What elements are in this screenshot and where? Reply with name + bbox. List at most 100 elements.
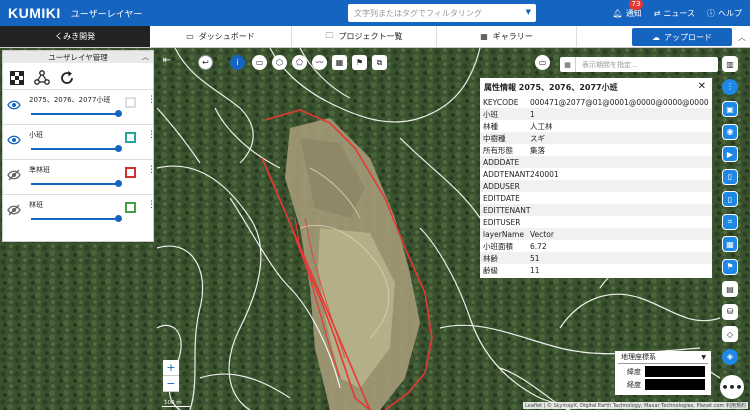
attribute-panel: 属性情報 2075、2076、2077小班 ✕ KEYCODE 000471@20… bbox=[480, 78, 712, 278]
layer-row: 林班 ⋮ bbox=[3, 194, 156, 229]
attribute-key: 中樹種 bbox=[483, 133, 506, 143]
zoom-in-button[interactable]: + bbox=[163, 360, 179, 376]
polygon-tool-button[interactable]: ⬠ bbox=[292, 55, 307, 70]
layer-color-swatch[interactable] bbox=[125, 202, 136, 213]
tab-project-list[interactable]: 🗀 プロジェクト一覧 bbox=[292, 26, 437, 47]
flag-tool-button[interactable]: ⚑ bbox=[352, 55, 367, 70]
layer-name: 小班 bbox=[29, 131, 43, 139]
attribute-key: ADDTENANT bbox=[483, 169, 530, 179]
layers-button[interactable]: ◈ bbox=[722, 348, 738, 365]
flag-button[interactable]: ⚑ bbox=[722, 258, 738, 275]
tab-label: ギャラリー bbox=[492, 32, 533, 41]
more-vertical-icon[interactable]: ⋮ bbox=[147, 130, 156, 140]
cube-icon: ◇ bbox=[726, 329, 734, 339]
checkerboard-button[interactable] bbox=[9, 70, 25, 86]
coordinate-system-select[interactable]: 地理座標系 ▼ bbox=[618, 351, 708, 364]
more-menu-button[interactable]: ••• bbox=[720, 375, 744, 399]
folder-icon: 🗀 bbox=[325, 30, 334, 40]
scan-button[interactable]: ⌗ bbox=[722, 213, 738, 230]
copy-tool-button[interactable]: ⧉ bbox=[372, 55, 387, 70]
zoom-out-button[interactable]: − bbox=[163, 376, 179, 392]
panel-collapse-button[interactable]: ⇤ bbox=[160, 53, 174, 67]
period-picker[interactable]: ▦ 表示期間を指定... bbox=[560, 57, 718, 72]
tab-dashboard[interactable]: ▭ ダッシュボード bbox=[150, 26, 292, 47]
news-button[interactable]: ⇄ ニュース bbox=[654, 8, 695, 19]
opacity-slider[interactable] bbox=[31, 218, 119, 220]
info-tool-button[interactable]: i bbox=[230, 55, 245, 70]
grid-tool-button[interactable]: ▦ bbox=[332, 55, 347, 70]
video-button[interactable]: ▶ bbox=[722, 146, 738, 162]
layer-name: 2075、2076、2077小班 bbox=[29, 96, 111, 104]
notification-badge: 73 bbox=[628, 0, 644, 10]
refresh-button[interactable] bbox=[59, 70, 75, 86]
attribute-row: ADDTENANT 240001 bbox=[480, 168, 712, 180]
search-input[interactable]: 文字列またはタグでフィルタリング ▼ bbox=[348, 4, 536, 22]
chart-button[interactable]: ▤ bbox=[722, 281, 738, 297]
layer-panel-header[interactable]: ユーザレイヤ管理 ︿ bbox=[3, 51, 153, 63]
refresh-icon bbox=[61, 71, 73, 84]
image-button[interactable]: ▣ bbox=[722, 101, 738, 117]
mobile-button[interactable]: ▯ bbox=[722, 168, 738, 185]
image-icon: ▣ bbox=[726, 104, 734, 114]
opacity-slider[interactable] bbox=[31, 148, 119, 150]
opacity-slider-handle[interactable] bbox=[115, 180, 122, 187]
share-button[interactable] bbox=[34, 70, 50, 86]
minus-icon: − bbox=[166, 377, 176, 390]
more-vertical-icon[interactable]: ⋮ bbox=[147, 165, 156, 175]
eye-off-icon[interactable] bbox=[7, 169, 21, 181]
chevron-down-icon[interactable]: ▼ bbox=[526, 8, 531, 16]
undo-button[interactable]: ↩ bbox=[198, 55, 213, 70]
help-button[interactable]: ⓘ ヘルプ bbox=[707, 8, 742, 19]
opacity-slider-handle[interactable] bbox=[115, 110, 122, 117]
map-attribution[interactable]: Leaflet | © SkymapX, Digital Earth Techn… bbox=[523, 402, 748, 409]
attribute-value: 人工林 bbox=[530, 121, 553, 131]
tiles-button[interactable]: ▦ bbox=[722, 236, 738, 252]
opacity-slider-handle[interactable] bbox=[115, 215, 122, 222]
collapse-icon[interactable]: ︿ bbox=[738, 32, 746, 43]
attribute-row: 小班面積 6.72 bbox=[480, 240, 712, 252]
stack-button[interactable]: ⛁ bbox=[722, 303, 738, 320]
more-vertical-button[interactable]: ⋮ bbox=[722, 78, 738, 95]
more-vertical-icon[interactable]: ⋮ bbox=[147, 200, 156, 210]
project-name[interactable]: くみき開発 bbox=[0, 26, 150, 47]
screen-tool-button[interactable]: ▭ bbox=[535, 55, 550, 70]
app-logo[interactable]: KUMIKI bbox=[8, 5, 61, 21]
collapse-left-icon: ⇤ bbox=[162, 54, 172, 66]
eye-icon[interactable] bbox=[7, 99, 21, 111]
tab-label: プロジェクト一覧 bbox=[338, 32, 403, 41]
upload-button[interactable]: ☁ アップロード bbox=[632, 28, 732, 46]
tab-gallery[interactable]: ▦ ギャラリー bbox=[437, 26, 577, 47]
longitude-value bbox=[645, 379, 705, 390]
layer-color-swatch[interactable] bbox=[125, 132, 136, 143]
layer-row: 小班 ⋮ bbox=[3, 124, 156, 159]
camera-button[interactable]: ◉ bbox=[722, 123, 738, 140]
chevron-up-icon[interactable]: ︿ bbox=[142, 52, 149, 62]
more-vertical-icon[interactable]: ⋮ bbox=[147, 95, 156, 105]
area-tool-button[interactable]: ⬡ bbox=[272, 55, 287, 70]
eye-off-icon[interactable] bbox=[7, 204, 21, 216]
header-actions: 🔔︎ 73 通知 ⇄ ニュース ⓘ ヘルプ bbox=[613, 0, 742, 26]
calendar-icon: ▦ bbox=[560, 57, 576, 72]
scale-bar: 100 m bbox=[162, 400, 190, 407]
tablet-button[interactable]: ▯ bbox=[722, 191, 738, 207]
eye-icon[interactable] bbox=[7, 134, 21, 146]
line-tool-button[interactable]: 〰 bbox=[312, 55, 327, 70]
info-icon: i bbox=[236, 58, 239, 67]
help-label: ヘルプ bbox=[718, 8, 742, 18]
tab-label: ダッシュボード bbox=[198, 32, 255, 41]
help-icon: ⓘ bbox=[707, 8, 715, 18]
monitor-icon: ▭ bbox=[538, 58, 547, 67]
opacity-slider[interactable] bbox=[31, 113, 119, 115]
cube-button[interactable]: ◇ bbox=[722, 326, 738, 342]
layer-color-swatch[interactable] bbox=[125, 97, 136, 108]
chevron-down-icon: ▼ bbox=[701, 353, 706, 361]
close-icon[interactable]: ✕ bbox=[698, 81, 706, 92]
opacity-slider[interactable] bbox=[31, 183, 119, 185]
opacity-slider-handle[interactable] bbox=[115, 145, 122, 152]
map-layers-button[interactable]: ▥ bbox=[722, 56, 738, 72]
layer-color-swatch[interactable] bbox=[125, 167, 136, 178]
ruler-tool-button[interactable]: ▭ bbox=[252, 55, 267, 70]
notification-button[interactable]: 🔔︎ 73 通知 bbox=[613, 0, 644, 19]
attribute-row: 中樹種 スギ bbox=[480, 132, 712, 144]
attribute-key: 齢級 bbox=[483, 265, 498, 275]
